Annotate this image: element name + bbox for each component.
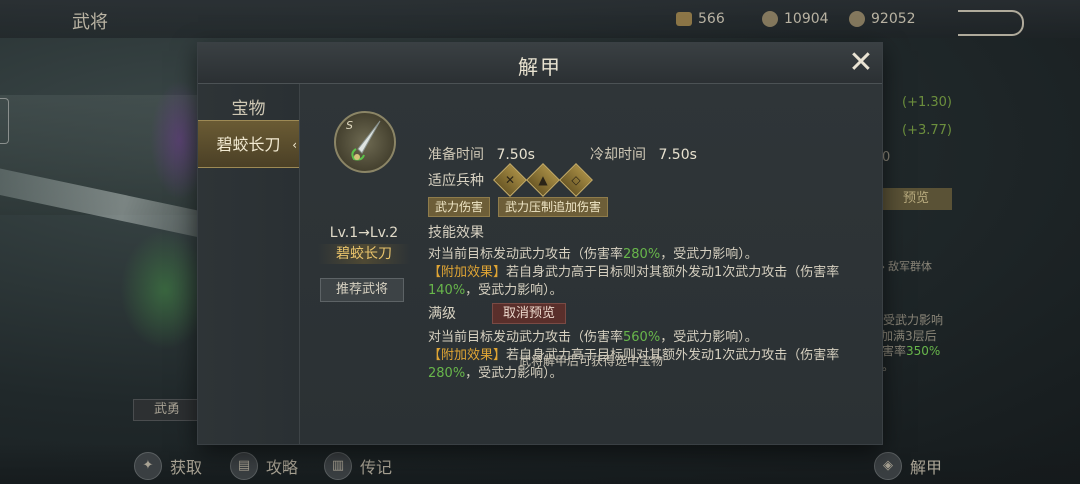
treasure-sidebar: 宝物 碧蛟长刀 ‹ [198,84,300,444]
stat-bonus-1: (+1.30) [902,95,952,110]
cooldown-label: 冷却时间 [590,147,646,163]
guide-label: 攻略 [266,458,299,477]
effect-line1-pre: 对当前目标发动武力攻击（伤害率 [428,247,624,262]
max-rate: 560% [623,330,661,345]
bg-text-3a: 害率 [882,344,907,358]
spear-troop-icon: ✕ [493,163,527,197]
cavalry-troop-icon: ▲ [526,163,560,197]
armor-icon: ◈ [874,452,902,480]
cooldown-value: 7.50s [658,147,697,163]
skill-effect-heading: 技能效果 [428,225,484,241]
obtain-icon: ✦ [134,452,162,480]
resource-scroll-value: 566 [698,11,725,27]
bg-text-1: 受武力影响 [883,313,944,327]
close-icon[interactable]: ✕ [846,48,876,78]
suppress-damage-tag: 武力压制追加伤害 [498,197,609,217]
effect-line1-post: ，受武力影响）。 [660,247,758,262]
background-preview-button[interactable]: 预览 [880,188,952,210]
page-title: 武将 [72,12,108,33]
unequip-dialog: 解甲 ✕ 宝物 碧蛟长刀 ‹ S Lv.1→Lv.2 碧蛟长刀 推荐武将 准备时… [198,43,882,444]
blade-icon [351,120,381,161]
biography-label: 传记 [360,458,393,477]
weapon-level: Lv.1→Lv.2 [329,225,399,241]
effect-rate: 280% [623,247,661,262]
dialog-header: 解甲 ✕ [198,43,882,84]
cavalry-troop-glyph: ▲ [538,173,548,187]
sidebar-item-label: 碧蛟长刀 [216,135,281,154]
cooldown-row: 冷却时间 7.50s [590,144,697,164]
resource-scroll[interactable]: 566 [676,11,725,27]
prep-time-value: 7.50s [496,147,535,163]
bg-text-4: 。 [882,359,895,373]
shield-troop-glyph: ◇ [571,173,581,187]
sidebar-item-selected-weapon[interactable]: 碧蛟长刀 ‹ [198,120,299,168]
extra-effect-post: ，受武力影响）。 [465,283,563,298]
extra-effect-label: 【附加效果】 [428,265,507,280]
sidebar-category-treasure: 宝物 [231,99,266,119]
left-collapse-tab[interactable] [0,98,9,144]
resource-copper[interactable]: 10904 [762,11,829,27]
spear-troop-glyph: ✕ [504,173,516,187]
copper-coin-icon [762,11,778,27]
dialog-title: 解甲 [518,55,562,79]
top-bar: 武将 566 10904 92052 [0,0,1080,38]
dialog-footer-note: 武将解甲后可获得选中宝物 [518,354,663,368]
enemy-group-tag: ◆ 敌军群体 [876,260,932,273]
damage-type-tag: 武力伤害 [428,197,491,217]
prep-time-row: 准备时间 7.50s [428,144,535,164]
green-glow-art [120,230,210,350]
recommend-general-button[interactable]: 推荐武将 [320,278,404,302]
biography-button[interactable]: ▥ 传记 [324,452,392,480]
bg-text-3b: 350% [906,344,941,358]
extra-effect-text: 若自身武力高于目标则对其额外发动1次武力攻击（伤害率 [506,265,840,280]
weapon-icon[interactable]: S [334,111,396,173]
cancel-preview-button[interactable]: 取消预览 [492,303,566,324]
unequip-bottom-label: 解甲 [910,458,943,477]
max-level-heading: 满级 [428,306,456,322]
obtain-button[interactable]: ✦ 获取 [134,452,202,480]
trait-badge: 武勇 [133,399,201,421]
resource-copper-value: 10904 [784,11,829,27]
gold-coin-icon [849,11,865,27]
back-button[interactable] [958,10,1024,36]
skill-effect-text: 对当前目标发动武力攻击（伤害率280%，受武力影响）。 【附加效果】若自身武力高… [428,246,868,300]
weapon-name: 碧蛟长刀 [318,244,410,264]
obtain-label: 获取 [170,458,203,477]
max-line1-pre: 对当前目标发动武力攻击（伤害率 [428,330,624,345]
stat-digit: 0 [882,150,891,165]
stat-bonus-2: (+3.77) [902,123,952,138]
max-line1-post: ，受武力影响）。 [660,330,758,345]
chevron-left-icon: ‹ [292,138,297,152]
resource-gold[interactable]: 92052 [849,11,916,27]
extra-effect-rate: 140% [428,283,466,298]
dialog-content: S Lv.1→Lv.2 碧蛟长刀 推荐武将 准备时间 7.50s 冷却时间 7.… [300,84,882,444]
unequip-bottom-button[interactable]: ◈ 解甲 [874,452,942,480]
scroll-book-icon: ▥ [324,452,352,480]
resource-gold-value: 92052 [871,11,916,27]
guide-button[interactable]: ▤ 攻略 [230,452,298,480]
troops-label: 适应兵种 [428,173,484,189]
shield-troop-icon: ◇ [559,163,593,197]
weapon-details: 准备时间 7.50s 冷却时间 7.50s 适应兵种 ✕ ▲ ◇ 武力伤害 武力… [428,84,878,444]
prep-time-label: 准备时间 [428,147,484,163]
book-icon: ▤ [230,452,258,480]
scroll-icon [676,12,692,26]
